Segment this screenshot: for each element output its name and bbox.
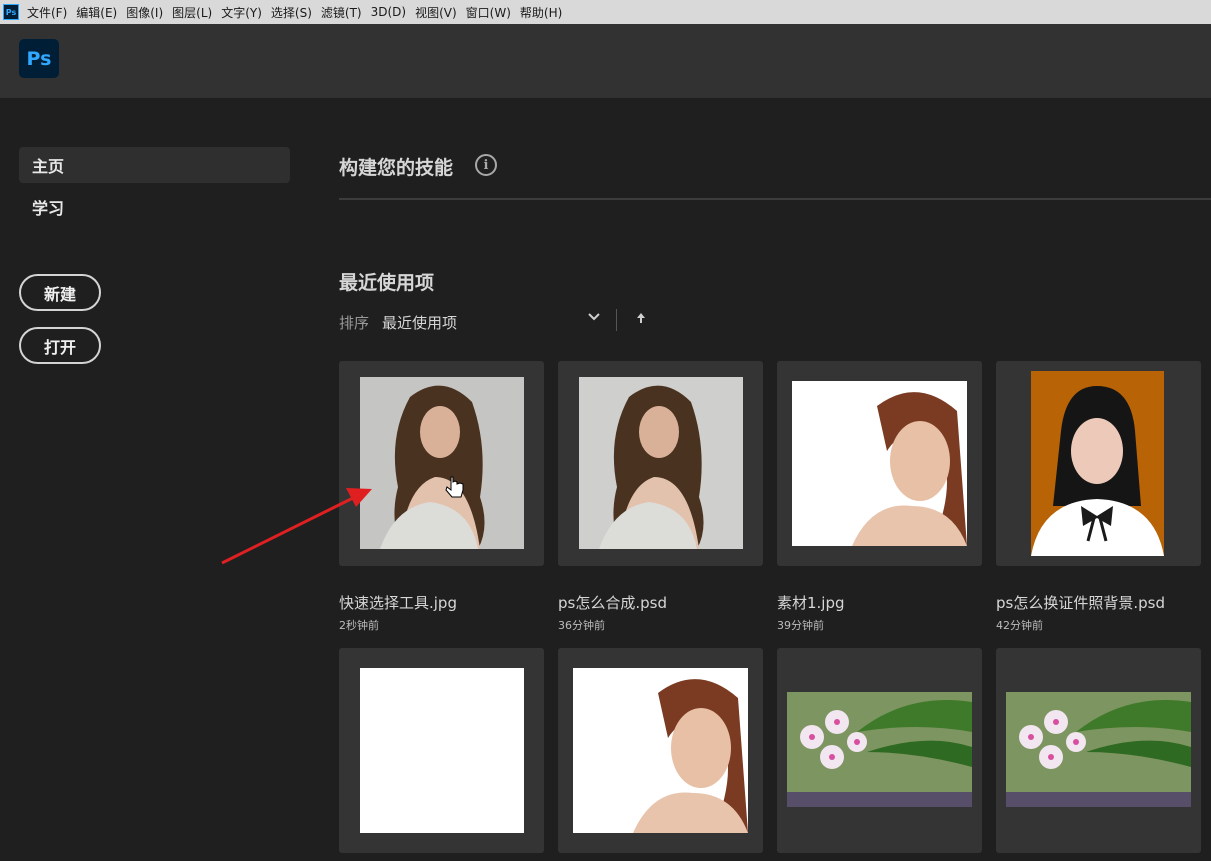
recent-file-card[interactable] — [339, 648, 544, 853]
menu-3d[interactable]: 3D(D) — [371, 5, 406, 19]
recent-file-card[interactable] — [339, 361, 544, 566]
home-screen: 主页 学习 新建 打开 构建您的技能 i 最近使用项 排序 最近使用项 快速选择… — [0, 98, 1211, 861]
sidebar-item-learn[interactable]: 学习 — [19, 189, 290, 225]
file-name[interactable]: ps怎么合成.psd — [558, 592, 667, 613]
sidebar-item-label: 学习 — [32, 199, 65, 218]
sort-dropdown[interactable]: 最近使用项 — [382, 312, 457, 333]
menu-window[interactable]: 窗口(W) — [466, 4, 511, 21]
divider — [339, 198, 1211, 200]
thumbnail-flowers — [787, 692, 972, 807]
chevron-down-icon[interactable] — [587, 310, 601, 328]
menu-bar: Ps 文件(F) 编辑(E) 图像(I) 图层(L) 文字(Y) 选择(S) 滤… — [0, 0, 1211, 24]
recent-file-card[interactable] — [558, 648, 763, 853]
recent-file-card[interactable] — [996, 361, 1201, 566]
thumbnail-woman-portrait — [792, 381, 967, 546]
file-time: 42分钟前 — [996, 619, 1043, 632]
thumbnail-blank — [360, 668, 524, 833]
file-name[interactable]: ps怎么换证件照背景.psd — [996, 592, 1165, 613]
menu-help[interactable]: 帮助(H) — [520, 4, 562, 21]
menu-edit[interactable]: 编辑(E) — [76, 4, 117, 21]
menu-layer[interactable]: 图层(L) — [172, 4, 212, 21]
thumbnail-woman-curly-hair — [579, 377, 743, 549]
arrow-up-icon[interactable] — [636, 312, 646, 327]
recent-title: 最近使用项 — [339, 272, 435, 294]
menu-select[interactable]: 选择(S) — [271, 4, 312, 21]
menu-type[interactable]: 文字(Y) — [221, 4, 262, 21]
photoshop-logo[interactable]: Ps — [19, 39, 59, 78]
sort-label: 排序 — [339, 314, 370, 332]
recent-file-card[interactable] — [777, 648, 982, 853]
file-time: 36分钟前 — [558, 619, 605, 632]
thumbnail-woman-curly-hair — [360, 377, 524, 549]
sidebar-item-home[interactable]: 主页 — [19, 147, 290, 183]
thumbnail-woman-portrait — [573, 668, 748, 833]
photoshop-app-icon[interactable]: Ps — [3, 4, 19, 20]
file-time: 39分钟前 — [777, 619, 824, 632]
file-time: 2秒钟前 — [339, 619, 379, 632]
sidebar-item-label: 主页 — [32, 157, 65, 176]
recent-file-card[interactable] — [777, 361, 982, 566]
new-button[interactable]: 新建 — [19, 274, 101, 311]
open-button[interactable]: 打开 — [19, 327, 101, 364]
thumbnail-flowers — [1006, 692, 1191, 807]
menu-filter[interactable]: 滤镜(T) — [321, 4, 362, 21]
menu-image[interactable]: 图像(I) — [126, 4, 163, 21]
info-icon[interactable]: i — [475, 154, 497, 176]
file-name[interactable]: 快速选择工具.jpg — [339, 592, 457, 613]
recent-file-card[interactable] — [558, 361, 763, 566]
sort-divider — [616, 309, 617, 331]
skills-title: 构建您的技能 — [339, 157, 454, 179]
title-bar: Ps — [0, 24, 1211, 98]
thumbnail-id-photo — [1031, 371, 1164, 556]
file-name[interactable]: 素材1.jpg — [777, 592, 845, 613]
menu-file[interactable]: 文件(F) — [27, 4, 67, 21]
menu-view[interactable]: 视图(V) — [415, 4, 457, 21]
recent-file-card[interactable] — [996, 648, 1201, 853]
